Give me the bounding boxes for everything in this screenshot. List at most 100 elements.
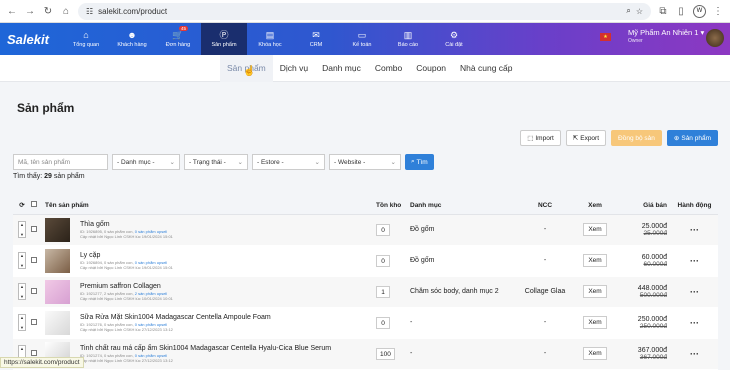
nav-item-1[interactable]: ☻Khách hàng xyxy=(109,23,155,55)
row-checkbox[interactable] xyxy=(31,288,37,294)
view-button[interactable]: Xem xyxy=(583,285,606,298)
nav-item-label: Báo cáo xyxy=(398,42,418,48)
nav-item-3[interactable]: ⓅSản phẩm xyxy=(201,23,247,55)
row-checkbox[interactable] xyxy=(31,226,37,232)
status-value: - Trạng thái - xyxy=(189,159,226,166)
product-name[interactable]: Sữa Rửa Mặt Skin1004 Madagascar Centella… xyxy=(80,314,271,321)
sync-label: Đồng bộ sản xyxy=(618,135,655,142)
reload-icon[interactable]: ↻ xyxy=(42,5,54,17)
more-actions-icon[interactable]: ··· xyxy=(671,338,718,369)
star-icon[interactable]: ☆ xyxy=(636,7,643,16)
table-row: ▲▼ Tinh chất rau má cấp ẩm Skin1004 Mada… xyxy=(13,338,718,369)
checkbox-cell xyxy=(31,307,45,338)
col-name: Tên sản phẩm xyxy=(45,197,376,214)
stock-input[interactable]: 0 xyxy=(376,255,390,267)
estore-select[interactable]: - Estore -⌄ xyxy=(252,154,325,170)
address-bar[interactable]: ☷ salekit.com/product ⌕ ☆ xyxy=(78,3,651,20)
checkbox-cell xyxy=(31,214,45,245)
user-avatar[interactable] xyxy=(706,29,724,47)
stock-input[interactable]: 0 xyxy=(376,317,390,329)
search-button[interactable]: ⌕ Tìm xyxy=(405,154,434,170)
sort-handle-icon[interactable]: ▲▼ xyxy=(18,314,26,331)
home-icon: ⌂ xyxy=(83,31,88,40)
refresh-icon[interactable]: ⟳ xyxy=(13,197,31,214)
back-icon[interactable]: ← xyxy=(6,5,18,17)
add-product-button[interactable]: ⊕Sản phẩm xyxy=(667,130,718,146)
view-button[interactable]: Xem xyxy=(583,347,606,360)
more-actions-icon[interactable]: ··· xyxy=(671,245,718,276)
website-select[interactable]: - Website -⌄ xyxy=(329,154,401,170)
category-cell: - xyxy=(410,307,516,338)
search-input[interactable]: Mã, tên sản phẩm xyxy=(13,154,108,170)
category-select[interactable]: - Danh mục -⌄ xyxy=(112,154,180,170)
more-actions-icon[interactable]: ··· xyxy=(671,307,718,338)
shop-switcher[interactable]: Mỹ Phẩm An Nhiên 1 ▾ Owner xyxy=(628,28,704,44)
nav-item-4[interactable]: ▤Khóa học xyxy=(247,23,293,55)
sort-handle-icon[interactable]: ▲▼ xyxy=(18,252,26,269)
tab-4[interactable]: Coupon xyxy=(409,55,453,82)
extensions-icon[interactable]: ⧉ xyxy=(657,5,669,17)
row-checkbox[interactable] xyxy=(31,350,37,356)
row-checkbox[interactable] xyxy=(31,257,37,263)
tab-1[interactable]: Dịch vụ xyxy=(273,55,315,82)
tab-3[interactable]: Combo xyxy=(368,55,409,82)
more-actions-icon[interactable]: ··· xyxy=(671,214,718,245)
stock-input[interactable]: 0 xyxy=(376,224,390,236)
site-info-icon[interactable]: ☷ xyxy=(86,7,93,16)
category-cell: Chăm sóc body, danh mục 2 xyxy=(410,276,516,307)
old-price: 60.000đ xyxy=(616,261,667,268)
import-button[interactable]: ⬚Import xyxy=(520,130,561,146)
product-meta: ID: 1921277, 2 sản phẩm con, 2 sản phẩm … xyxy=(80,291,173,301)
nav-item-8[interactable]: ⚙Cài đặt xyxy=(431,23,477,55)
product-thumbnail[interactable] xyxy=(45,280,70,304)
nav-item-6[interactable]: ▭Kế toán xyxy=(339,23,385,55)
select-all-checkbox[interactable] xyxy=(31,201,37,207)
sub-navigation: Sản phẩmDịch vụDanh mụcComboCouponNhà cu… xyxy=(0,55,730,82)
product-updated: Cập nhật bởi Ngọc Linh CSKH lúc 19/01/20… xyxy=(80,234,173,239)
price-cell: 448.000đ500.000đ xyxy=(616,276,671,307)
sort-handle-icon[interactable]: ▲▼ xyxy=(18,221,26,238)
search-icon[interactable]: ⌕ xyxy=(626,6,630,16)
category-cell: Đồ gốm xyxy=(410,245,516,276)
product-thumbnail[interactable] xyxy=(45,218,70,242)
view-button[interactable]: Xem xyxy=(583,223,606,236)
view-button[interactable]: Xem xyxy=(583,254,606,267)
home-icon[interactable]: ⌂ xyxy=(60,5,72,17)
vn-flag-icon[interactable]: ★ xyxy=(600,33,611,41)
product-name[interactable]: Tinh chất rau má cấp ẩm Skin1004 Madagas… xyxy=(80,345,331,352)
product-name[interactable]: Ly cặp xyxy=(80,252,173,259)
table-row: ▲▼ Premium saffron Collagen ID: 1921277,… xyxy=(13,276,718,307)
row-checkbox[interactable] xyxy=(31,319,37,325)
sort-handle-icon[interactable]: ▲▼ xyxy=(18,283,26,300)
nav-item-7[interactable]: ▥Báo cáo xyxy=(385,23,431,55)
price: 367.000đ xyxy=(616,347,667,354)
profile-avatar[interactable]: W xyxy=(693,5,706,18)
status-select[interactable]: - Trạng thái - ⌄ xyxy=(184,154,248,170)
sync-button[interactable]: Đồng bộ sản xyxy=(611,130,662,146)
product-meta: ID: 1921276, 0 sản phẩm con, 0 sản phẩm … xyxy=(80,322,271,332)
chevron-down-icon: ⌄ xyxy=(238,158,243,166)
nav-item-2[interactable]: 🛒45Đơn hàng xyxy=(155,23,201,55)
logo[interactable]: Salekit xyxy=(0,32,63,47)
stock-cell: 0 xyxy=(376,214,410,245)
export-button[interactable]: ⇱Export xyxy=(566,130,606,146)
product-thumbnail[interactable] xyxy=(45,311,70,335)
tab-2[interactable]: Danh mục xyxy=(315,55,368,82)
view-button[interactable]: Xem xyxy=(583,316,606,329)
menu-icon[interactable]: ⋮ xyxy=(712,5,724,17)
price: 25.000đ xyxy=(616,223,667,230)
stock-input[interactable]: 1 xyxy=(376,286,390,298)
tab-5[interactable]: Nhà cung cấp xyxy=(453,55,519,82)
product-name[interactable]: Thìa gốm xyxy=(80,221,173,228)
more-actions-icon[interactable]: ··· xyxy=(671,276,718,307)
product-name[interactable]: Premium saffron Collagen xyxy=(80,283,173,290)
view-cell: Xem xyxy=(574,307,616,338)
sidebar-icon[interactable]: ▯ xyxy=(675,5,687,17)
select-all-cell xyxy=(31,197,45,214)
col-view: Xem xyxy=(574,197,616,214)
forward-icon[interactable]: → xyxy=(24,5,36,17)
product-thumbnail[interactable] xyxy=(45,249,70,273)
nav-item-5[interactable]: ✉CRM xyxy=(293,23,339,55)
stock-input[interactable]: 100 xyxy=(376,348,395,360)
nav-item-0[interactable]: ⌂Tổng quan xyxy=(63,23,109,55)
